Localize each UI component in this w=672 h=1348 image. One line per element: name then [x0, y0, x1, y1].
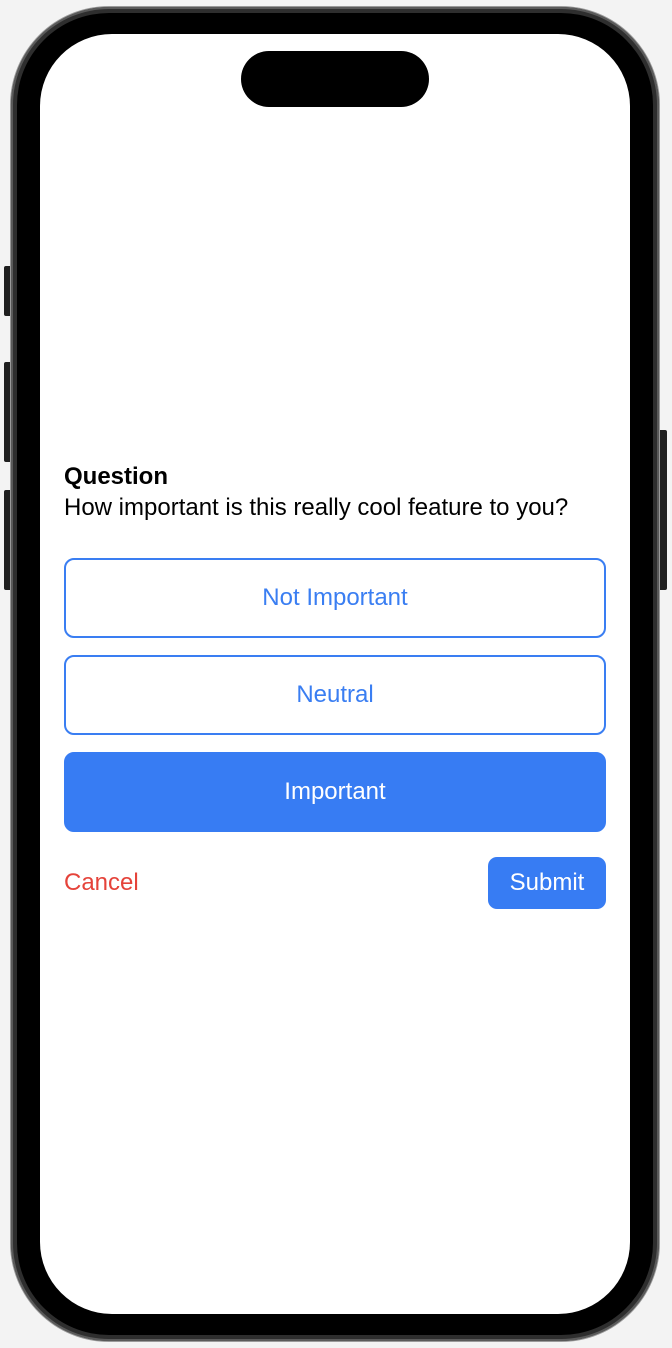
option-not-important-button[interactable]: Not Important	[64, 558, 606, 638]
survey-form: Question How important is this really co…	[64, 462, 606, 909]
question-text: How important is this really cool featur…	[64, 494, 569, 521]
option-list: Not Important Neutral Important	[64, 558, 606, 832]
device-canvas: Question How important is this really co…	[0, 0, 672, 1348]
question-title: Question	[64, 463, 169, 490]
action-bar: Cancel Submit	[64, 857, 606, 909]
option-neutral-button[interactable]: Neutral	[64, 655, 606, 735]
cancel-button[interactable]: Cancel	[64, 857, 139, 909]
power-button	[658, 430, 667, 590]
submit-button[interactable]: Submit	[488, 857, 606, 909]
option-important-button[interactable]: Important	[64, 752, 606, 832]
phone-frame: Question How important is this really co…	[11, 7, 659, 1341]
phone-screen: Question How important is this really co…	[40, 34, 630, 1314]
dynamic-island	[241, 51, 429, 107]
